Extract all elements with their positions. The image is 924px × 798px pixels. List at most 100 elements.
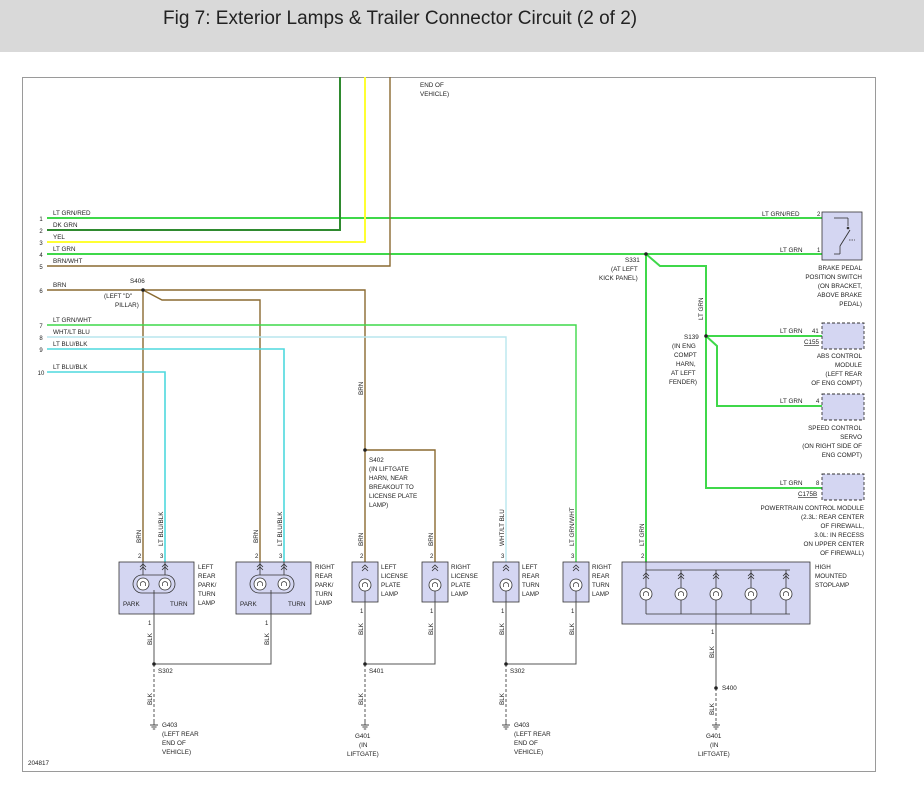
svg-text:(IN: (IN [710,742,719,749]
wire-label-2: DK GRN [53,222,78,229]
right-rear-park-turn-lamp: 2 3 PARK TURN 1 RIGHT REAR PARK/ TURN LA… [235,554,335,627]
speed-control-servo: LT GRN 4 SPEED CONTROL SERVO (ON RIGHT S… [780,393,865,459]
svg-text:COMPT: COMPT [674,352,697,359]
svg-text:RIGHT: RIGHT [315,564,335,571]
svg-text:1: 1 [265,621,269,627]
svg-text:(LEFT REAR: (LEFT REAR [514,731,551,738]
svg-text:VEHICLE): VEHICLE) [420,91,449,98]
svg-text:LAMP: LAMP [315,600,332,607]
svg-text:BREAKOUT TO: BREAKOUT TO [369,484,414,491]
svg-text:1: 1 [571,609,575,615]
svg-text:REAR: REAR [522,573,540,580]
svg-text:G403: G403 [162,722,178,729]
wire-2-dk-grn [47,77,341,231]
svg-text:G401: G401 [355,733,371,740]
svg-text:KICK PANEL): KICK PANEL) [599,275,638,282]
svg-text:LT GRN: LT GRN [698,297,705,320]
svg-text:TURN: TURN [288,601,306,608]
wire-pin-7: 7 [39,324,43,330]
svg-text:MOUNTED: MOUNTED [815,573,847,580]
splice-s406: S406 (LEFT "D" PILLAR) [104,278,145,309]
svg-text:LAMP: LAMP [381,591,398,598]
svg-text:LT BLU/BLK: LT BLU/BLK [277,511,284,546]
svg-text:S331: S331 [625,257,640,264]
blk-labels: BLK BLK BLK BLK BLK BLK BLK BLK BLK BLK … [147,622,716,715]
svg-text:LAMP): LAMP) [369,502,388,509]
splice-s331: S331 (AT LEFT KICK PANEL) [599,252,648,282]
svg-text:S406: S406 [130,278,145,285]
svg-text:(LEFT REAR: (LEFT REAR [825,371,862,378]
svg-text:ON UPPER CENTER: ON UPPER CENTER [803,541,864,548]
left-license-plate-lamp: 2 1 LEFT LICENSE PLATE LAMP [351,554,408,615]
svg-text:OF FIREWALL): OF FIREWALL) [820,550,864,557]
svg-text:BLK: BLK [428,622,435,635]
svg-text:S302: S302 [510,668,525,675]
svg-text:LT GRN/RED: LT GRN/RED [762,211,800,218]
svg-text:2: 2 [430,554,434,560]
wire-label-10: LT BLU/BLK [53,364,88,371]
wire-5-brn-wht [47,77,391,267]
svg-text:3: 3 [571,554,575,560]
svg-text:C155: C155 [804,339,820,346]
svg-text:REAR: REAR [592,573,610,580]
svg-text:HARN, NEAR: HARN, NEAR [369,475,408,482]
left-rear-turn-lamp: 3 1 LEFT REAR TURN LAMP [492,554,540,615]
high-mounted-stoplamp: 2 1 HIGH MOUNTED STOPLAMP [621,554,849,636]
svg-text:1: 1 [501,609,505,615]
svg-text:(LEFT "D": (LEFT "D" [104,293,132,300]
svg-text:(2.3L: REAR CENTER: (2.3L: REAR CENTER [801,514,864,521]
wire-label-6: BRN [53,282,67,289]
wire-label-7: LT GRN/WHT [53,317,92,324]
svg-text:LAMP: LAMP [198,600,215,607]
svg-text:PARK: PARK [123,601,140,608]
svg-text:PLATE: PLATE [451,582,470,589]
svg-text:BLK: BLK [499,622,506,635]
pin-3: 3 [160,554,164,560]
svg-text:LT BLU/BLK: LT BLU/BLK [158,511,165,546]
wire-label-9: LT BLU/BLK [53,341,88,348]
svg-text:(ON BRACKET,: (ON BRACKET, [818,283,862,290]
svg-text:BRN: BRN [253,529,260,543]
wire-pin-8: 8 [39,336,43,342]
splice-s139: S139 (IN ENG COMPT HARN, AT LEFT FENDER) [669,334,708,386]
svg-text:3.0L: IN RECESS: 3.0L: IN RECESS [814,532,864,539]
svg-text:SPEED CONTROL: SPEED CONTROL [808,425,862,432]
wire-label-1: LT GRN/RED [53,210,91,217]
svg-text:PARK/: PARK/ [315,582,334,589]
right-license-plate-lamp: 2 1 RIGHT LICENSE PLATE LAMP [421,554,478,615]
svg-text:ABS CONTROL: ABS CONTROL [817,353,863,360]
svg-text:BLK: BLK [147,692,154,705]
svg-text:LEFT: LEFT [522,564,538,571]
ground-labels: S302 S401 S302 S400 G403 (LEFT REAR END … [158,668,737,758]
svg-text:LICENSE: LICENSE [451,573,478,580]
svg-text:S400: S400 [722,685,737,692]
svg-text:LAMP: LAMP [592,591,609,598]
svg-text:TURN: TURN [198,591,216,598]
svg-text:REAR: REAR [315,573,333,580]
svg-text:(IN LIFTGATE: (IN LIFTGATE [369,466,409,473]
svg-text:3: 3 [279,554,283,560]
svg-text:HIGH: HIGH [815,564,831,571]
top-note: END OF VEHICLE) [420,82,449,98]
svg-text:LEFT: LEFT [198,564,214,571]
svg-text:G401: G401 [706,733,722,740]
svg-text:TURN: TURN [170,601,188,608]
svg-text:(IN ENG: (IN ENG [672,343,696,350]
svg-text:PARK: PARK [240,601,257,608]
wire-6-brn [47,289,436,562]
svg-text:OF FIREWALL,: OF FIREWALL, [820,523,864,530]
svg-text:RIGHT: RIGHT [592,564,612,571]
pin-2: 2 [138,554,142,560]
svg-text:C175B: C175B [798,491,817,498]
svg-text:LT GRN: LT GRN [780,328,803,335]
svg-text:BLK: BLK [499,692,506,705]
svg-text:2: 2 [641,554,645,560]
svg-text:BRN: BRN [136,529,143,543]
svg-text:BLK: BLK [264,632,271,645]
svg-text:2: 2 [255,554,259,560]
wire-pin-10: 10 [38,371,45,377]
svg-text:END OF: END OF [514,740,538,747]
svg-text:POWERTRAIN CONTROL MODULE: POWERTRAIN CONTROL MODULE [760,505,864,512]
vertical-wire-labels: LT GRN BRN BRN LT BLU/BLK BRN LT BLU/BLK… [136,297,705,546]
svg-text:HARN,: HARN, [676,361,696,368]
